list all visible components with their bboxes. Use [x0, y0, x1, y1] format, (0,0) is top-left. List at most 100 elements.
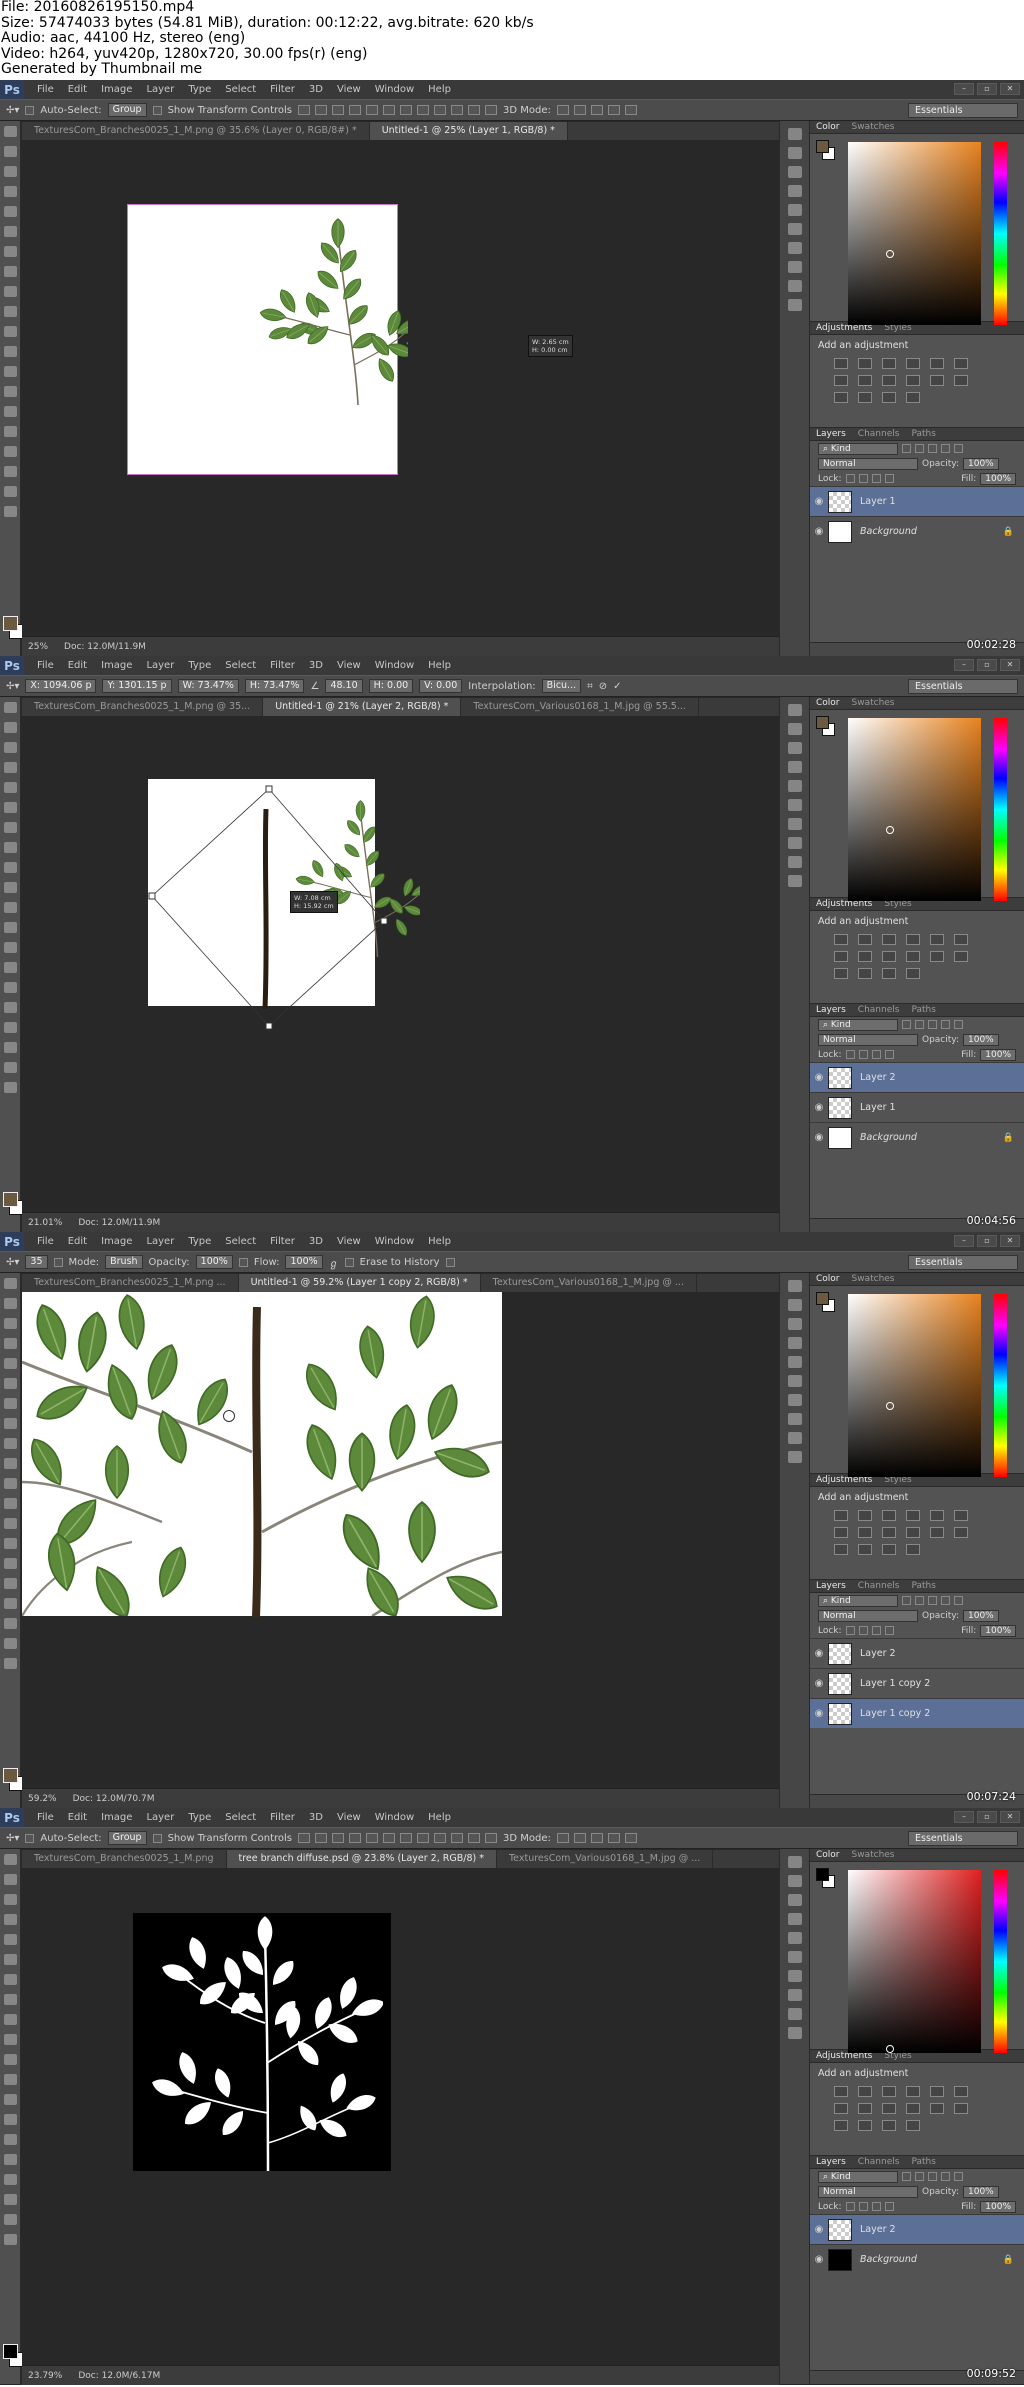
character-icon[interactable]: [787, 1394, 802, 1406]
adjustment-icon[interactable]: [906, 951, 920, 962]
align-icon[interactable]: [400, 1833, 413, 1843]
shape-tool-icon[interactable]: [3, 2194, 17, 2205]
adjustment-icon[interactable]: [834, 375, 848, 386]
foreground-swatch[interactable]: [816, 1868, 829, 1881]
filter-icon[interactable]: [954, 444, 963, 453]
opacity-field[interactable]: 100%: [963, 1033, 999, 1046]
foreground-swatch[interactable]: [816, 140, 829, 153]
lasso-tool-icon[interactable]: [3, 1894, 17, 1905]
adjustment-icon[interactable]: [906, 375, 920, 386]
align-icon[interactable]: [366, 1833, 379, 1843]
opacity-field[interactable]: 100%: [963, 1609, 999, 1622]
history-brush-tool-icon[interactable]: [3, 882, 17, 893]
align-icon[interactable]: [468, 1833, 481, 1843]
quick-select-tool-icon[interactable]: [3, 1914, 17, 1925]
tool-presets-icon[interactable]: [787, 1451, 802, 1463]
document-tab[interactable]: TexturesCom_Various0168_1_M.jpg @ ...: [481, 1274, 697, 1292]
menu-layer[interactable]: Layer: [139, 1236, 181, 1247]
shape-tool-icon[interactable]: [3, 1042, 17, 1053]
pressure-opacity-icon[interactable]: [238, 1257, 248, 1267]
fill-field[interactable]: 100%: [980, 1048, 1016, 1061]
adjustment-icon[interactable]: [882, 375, 896, 386]
brush-presets-icon[interactable]: [787, 799, 802, 811]
blend-mode-select[interactable]: Normal: [818, 2185, 918, 2198]
adjustment-icon[interactable]: [906, 2086, 920, 2097]
foreground-color-swatch[interactable]: [3, 1192, 18, 1207]
adjustment-icon[interactable]: [882, 934, 896, 945]
blend-mode-select[interactable]: Normal: [818, 457, 918, 470]
adjustment-icon[interactable]: [930, 375, 944, 386]
foreground-swatch[interactable]: [816, 716, 829, 729]
filter-icon[interactable]: [915, 444, 924, 453]
filter-icon[interactable]: [954, 1020, 963, 1029]
swatches-tab[interactable]: Swatches: [852, 1850, 895, 1860]
history-brush-tool-icon[interactable]: [3, 306, 17, 317]
align-icon[interactable]: [434, 105, 447, 115]
lock-icon[interactable]: [884, 474, 894, 483]
adjustment-icon[interactable]: [834, 951, 848, 962]
menu-3d[interactable]: 3D: [302, 1236, 330, 1247]
brush-panel-icon[interactable]: [53, 1257, 63, 1267]
eye-icon[interactable]: ◉: [810, 496, 828, 507]
adjustment-icon[interactable]: [906, 1510, 920, 1521]
adjustment-icon[interactable]: [858, 1510, 872, 1521]
hue-slider[interactable]: [994, 718, 1007, 901]
blur-tool-icon[interactable]: [3, 942, 17, 953]
brush-size-field[interactable]: 35: [25, 1255, 48, 1269]
h-skew-field[interactable]: H: 0.00: [368, 679, 414, 693]
align-icon[interactable]: [315, 105, 328, 115]
adjustment-icon[interactable]: [858, 375, 872, 386]
move-tool-icon[interactable]: [3, 1854, 17, 1865]
foreground-color-swatch[interactable]: [3, 2344, 18, 2359]
zoom-level[interactable]: 59.2%: [28, 1794, 57, 1804]
menu-view[interactable]: View: [330, 1812, 368, 1823]
hue-slider[interactable]: [994, 1294, 1007, 1477]
menu-edit[interactable]: Edit: [61, 84, 94, 95]
document-canvas[interactable]: [22, 1292, 504, 1624]
menu-edit[interactable]: Edit: [61, 1812, 94, 1823]
adjustment-icon[interactable]: [906, 1544, 920, 1555]
healing-tool-icon[interactable]: [3, 822, 17, 833]
brush-tool-icon[interactable]: [3, 842, 17, 853]
adjustment-icon[interactable]: [930, 358, 944, 369]
minimize-button[interactable]: –: [954, 1235, 974, 1247]
crop-tool-icon[interactable]: [3, 1358, 17, 1369]
lock-icon[interactable]: [871, 1050, 881, 1059]
zoom-level[interactable]: 25%: [28, 642, 48, 652]
stamp-tool-icon[interactable]: [3, 862, 17, 873]
lasso-tool-icon[interactable]: [3, 166, 17, 177]
channels-tab[interactable]: Channels: [858, 1005, 900, 1015]
menu-window[interactable]: Window: [368, 1812, 421, 1823]
adjustment-icon[interactable]: [954, 934, 968, 945]
adjustment-icon[interactable]: [954, 951, 968, 962]
shape-tool-icon[interactable]: [3, 1618, 17, 1629]
color-field[interactable]: [848, 718, 981, 901]
layer-row[interactable]: ◉ Layer 1: [810, 1092, 1024, 1122]
filter-icon[interactable]: [902, 1020, 911, 1029]
flow-field[interactable]: 100%: [285, 1255, 323, 1269]
transform-w-field[interactable]: W: 73.47%: [177, 679, 239, 693]
zoom-tool-icon[interactable]: [3, 506, 17, 517]
adjustment-icon[interactable]: [930, 2103, 944, 2114]
brush-presets-icon[interactable]: [787, 1951, 802, 1963]
adjustment-icon[interactable]: [906, 1527, 920, 1538]
swatches-tab[interactable]: Swatches: [852, 1274, 895, 1284]
layer-row[interactable]: ◉ Layer 2: [810, 1062, 1024, 1092]
align-icon[interactable]: [417, 1833, 430, 1843]
document-tab[interactable]: TexturesCom_Branches0025_1_M.png @ 35.6%…: [22, 122, 370, 140]
brush-tool-icon[interactable]: [3, 266, 17, 277]
history-icon[interactable]: [787, 1856, 802, 1868]
info-icon[interactable]: [787, 742, 802, 754]
menu-layer[interactable]: Layer: [139, 1812, 181, 1823]
adjustment-icon[interactable]: [906, 392, 920, 403]
filter-icon[interactable]: [902, 2172, 911, 2181]
tool-presets-icon[interactable]: [787, 875, 802, 887]
3d-icon[interactable]: [607, 105, 620, 115]
close-button[interactable]: ✕: [1000, 1235, 1020, 1247]
pen-tool-icon[interactable]: [3, 2134, 17, 2145]
workspace-select[interactable]: Essentials: [908, 1255, 1018, 1270]
pressure-size-icon[interactable]: [445, 1257, 455, 1267]
lock-icon[interactable]: [858, 474, 868, 483]
path-select-tool-icon[interactable]: [3, 1022, 17, 1033]
warp-icon[interactable]: ⌗: [587, 681, 593, 692]
